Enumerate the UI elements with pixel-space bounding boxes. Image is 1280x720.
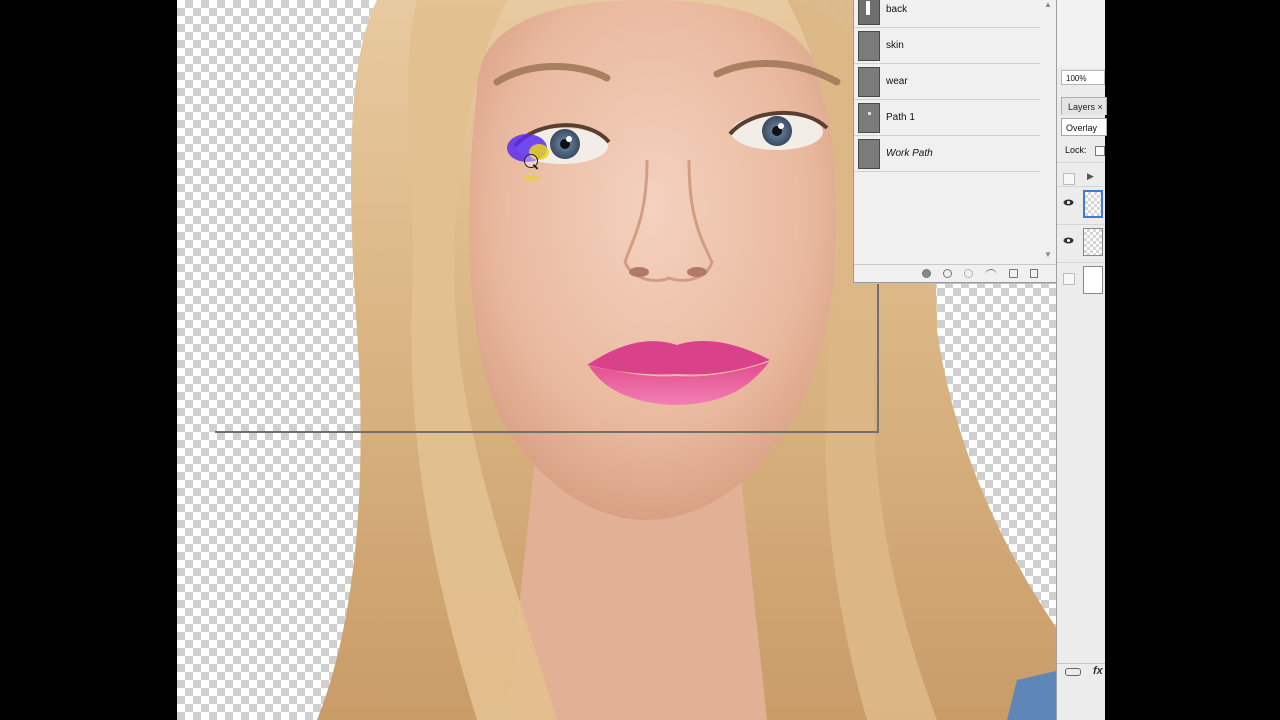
selection-guide-horizontal xyxy=(215,431,878,433)
tab-layers[interactable]: Layers × xyxy=(1061,97,1107,115)
layer-row[interactable] xyxy=(1057,224,1105,261)
layers-panel-footer: fx xyxy=(1057,663,1105,680)
path-item-back[interactable]: back xyxy=(854,0,1040,28)
eye-icon[interactable] xyxy=(1063,237,1074,244)
load-selection-icon[interactable] xyxy=(964,269,973,278)
path-item-path-1[interactable]: Path 1 xyxy=(854,100,1040,136)
path-thumbnail xyxy=(858,30,880,61)
path-item-work-path[interactable]: Work Path xyxy=(854,136,1040,172)
visibility-toggle[interactable] xyxy=(1063,173,1075,185)
delete-path-icon[interactable] xyxy=(1030,269,1038,278)
path-item-label: Work Path xyxy=(886,148,933,159)
expand-group-icon[interactable]: ▶ xyxy=(1087,171,1094,182)
blend-mode-select[interactable]: Overlay xyxy=(1061,118,1107,136)
layer-row[interactable] xyxy=(1057,262,1105,299)
layer-thumbnail xyxy=(1083,190,1103,218)
path-item-label: back xyxy=(886,4,908,15)
lock-transparency-checkbox[interactable] xyxy=(1095,146,1105,156)
stroke-path-icon[interactable] xyxy=(943,269,952,278)
paths-panel: back skin wear Path 1 Work Path ▲ ▼ xyxy=(853,0,1056,283)
layers-panel: 100% Layers × Overlay Lock: ▶ fx xyxy=(1056,0,1107,720)
panel-header-strip xyxy=(1057,0,1105,68)
fill-path-icon[interactable] xyxy=(922,269,931,278)
new-path-icon[interactable] xyxy=(1009,269,1018,278)
paths-scrollbar[interactable]: ▲ ▼ xyxy=(1042,0,1054,264)
path-item-label: skin xyxy=(886,40,904,51)
layer-thumbnail xyxy=(1083,266,1103,294)
path-item-label: wear xyxy=(886,76,908,87)
zoom-brush-cursor-icon xyxy=(524,154,538,168)
path-item-wear[interactable]: wear xyxy=(854,64,1040,100)
zoom-field[interactable]: 100% xyxy=(1061,70,1105,85)
scroll-up-icon[interactable]: ▲ xyxy=(1044,0,1052,9)
path-item-label: Path 1 xyxy=(886,112,915,123)
selection-guide-vertical xyxy=(877,270,879,433)
make-work-path-icon[interactable] xyxy=(985,269,997,278)
path-item-skin[interactable]: skin xyxy=(854,28,1040,64)
layer-row-selected[interactable] xyxy=(1057,186,1105,223)
path-thumbnail xyxy=(858,102,880,133)
paths-panel-footer xyxy=(854,264,1056,282)
path-thumbnail xyxy=(858,0,880,25)
layer-thumbnail xyxy=(1083,228,1103,256)
link-layers-icon[interactable] xyxy=(1065,668,1081,676)
lock-label: Lock: xyxy=(1065,145,1087,155)
path-thumbnail xyxy=(858,66,880,97)
scroll-down-icon[interactable]: ▼ xyxy=(1044,250,1052,259)
visibility-toggle[interactable] xyxy=(1063,273,1075,285)
eye-icon[interactable] xyxy=(1063,199,1074,206)
path-thumbnail xyxy=(858,138,880,169)
fx-icon[interactable]: fx xyxy=(1093,665,1103,677)
